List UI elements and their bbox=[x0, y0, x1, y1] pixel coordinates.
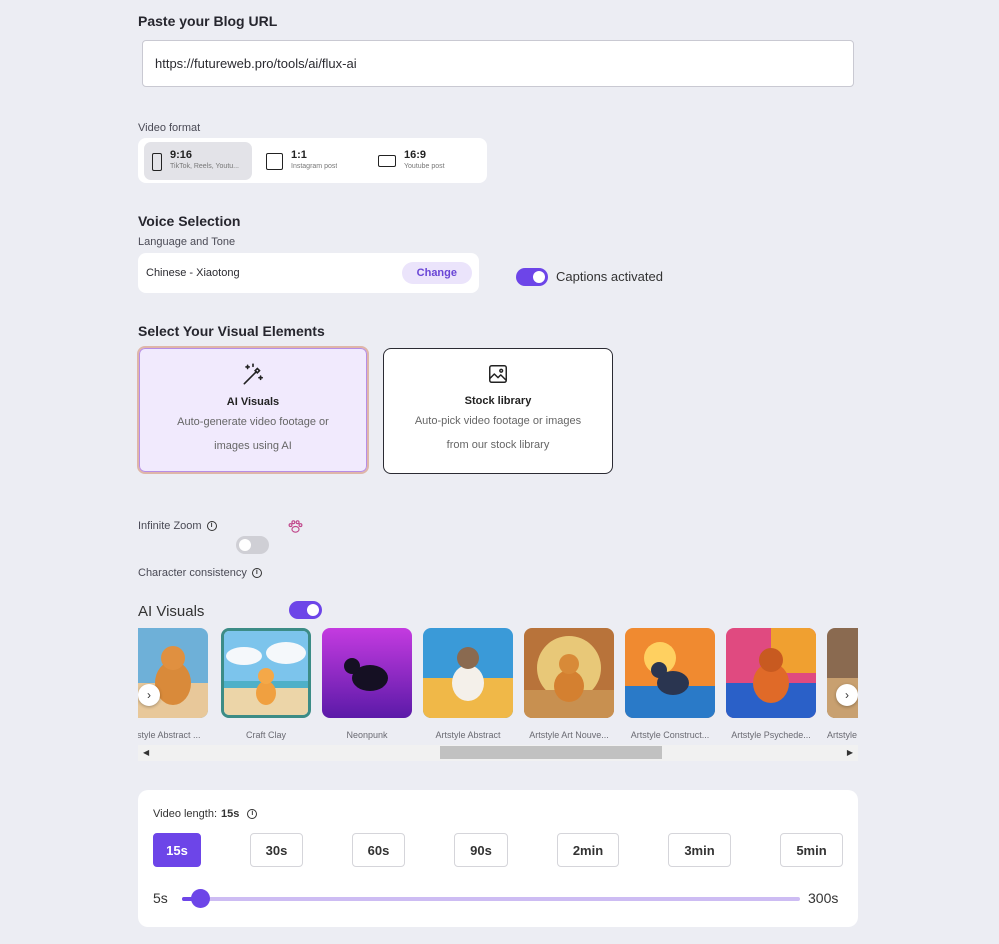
length-option-5min[interactable]: 5min bbox=[780, 833, 843, 867]
image-icon bbox=[489, 365, 507, 383]
paw-crown-icon bbox=[288, 520, 303, 533]
length-option-15s[interactable]: 15s bbox=[153, 833, 201, 867]
landscape-frame-icon bbox=[378, 154, 396, 167]
ai-visuals-card[interactable]: AI Visuals Auto-generate video footage o… bbox=[137, 346, 369, 474]
format-option-1-1[interactable]: 1:1 Instagram post bbox=[258, 142, 364, 180]
stock-library-card[interactable]: Stock library Auto-pick video footage or… bbox=[383, 348, 613, 474]
video-format-selector: 9:16 TikTok, Reels, Youtu... 1:1 Instagr… bbox=[138, 138, 487, 183]
style-card[interactable]: Artstyle Abstract bbox=[423, 628, 515, 740]
length-slider-track[interactable] bbox=[182, 897, 800, 901]
infinite-zoom-toggle[interactable] bbox=[236, 536, 269, 554]
stock-library-desc: Auto-pick video footage or images from o… bbox=[414, 415, 582, 451]
style-thumbnail bbox=[524, 628, 614, 718]
format-desc: Youtube post bbox=[404, 162, 445, 170]
character-consistency-toggle[interactable] bbox=[289, 601, 322, 619]
slider-min-label: 5s bbox=[153, 890, 168, 906]
video-length-panel: Video length: 15s i 15s 30s 60s 90s 2min… bbox=[138, 790, 858, 927]
length-slider-handle[interactable] bbox=[190, 889, 210, 908]
style-label: Artstyle Art Nouve... bbox=[529, 730, 609, 740]
video-length-row: Video length: 15s i bbox=[153, 808, 258, 820]
selected-voice: Chinese - Xiaotong bbox=[146, 267, 240, 279]
style-card[interactable]: Neonpunk bbox=[322, 628, 414, 740]
video-format-label: Video format bbox=[138, 122, 201, 134]
style-label: Artstyle bbox=[827, 730, 858, 740]
format-ratio: 1:1 bbox=[291, 148, 307, 161]
visual-elements-heading: Select Your Visual Elements bbox=[138, 323, 325, 339]
carousel-next-icon[interactable]: › bbox=[836, 684, 858, 706]
scrollbar-thumb[interactable] bbox=[440, 746, 662, 759]
infinite-zoom-row: Infinite Zoom i bbox=[138, 520, 217, 532]
scroll-right-icon[interactable]: ▶ bbox=[847, 748, 853, 757]
change-voice-button[interactable]: Change bbox=[401, 262, 472, 284]
length-option-60s[interactable]: 60s bbox=[352, 833, 405, 867]
format-desc: Instagram post bbox=[291, 162, 338, 170]
stock-library-title: Stock library bbox=[464, 395, 532, 407]
length-option-90s[interactable]: 90s bbox=[454, 833, 508, 867]
style-label: Neonpunk bbox=[346, 730, 388, 740]
video-length-value: 15s bbox=[221, 808, 240, 820]
voice-selection-heading: Voice Selection bbox=[138, 213, 241, 229]
format-desc: TikTok, Reels, Youtu... bbox=[170, 162, 239, 170]
blog-url-heading: Paste your Blog URL bbox=[138, 13, 278, 29]
captions-toggle[interactable] bbox=[516, 268, 548, 286]
carousel-scrollbar[interactable]: ◀ ▶ bbox=[138, 745, 858, 761]
style-card[interactable]: Artstyle Psychede... bbox=[726, 628, 818, 740]
style-thumbnail bbox=[625, 628, 715, 718]
length-option-2min[interactable]: 2min bbox=[557, 833, 619, 867]
format-ratio: 9:16 bbox=[170, 148, 193, 161]
video-length-label: Video length: bbox=[153, 808, 218, 820]
style-carousel: Artstyle Abstract ... Craft Clay Neonpun… bbox=[138, 628, 858, 763]
voice-selector: Chinese - Xiaotong Change bbox=[138, 253, 479, 293]
style-label: Craft Clay bbox=[245, 730, 286, 740]
length-option-3min[interactable]: 3min bbox=[668, 833, 731, 867]
style-thumbnail bbox=[221, 628, 311, 718]
format-option-9-16[interactable]: 9:16 TikTok, Reels, Youtu... bbox=[144, 141, 252, 180]
character-consistency-label: Character consistency bbox=[138, 567, 247, 579]
ai-visuals-title: AI Visuals bbox=[226, 396, 280, 408]
info-icon[interactable]: i bbox=[247, 809, 258, 819]
info-icon[interactable]: i bbox=[206, 521, 217, 531]
style-thumbnail bbox=[322, 628, 412, 718]
ai-visuals-desc: Auto-generate video footage or images us… bbox=[177, 416, 329, 452]
style-thumbnail bbox=[726, 628, 816, 718]
blog-url-value: https://futureweb.pro/tools/ai/flux-ai bbox=[155, 56, 357, 71]
magic-wand-icon bbox=[243, 363, 264, 385]
format-ratio: 16:9 bbox=[404, 148, 427, 161]
info-icon[interactable]: i bbox=[251, 568, 262, 578]
style-label: Artstyle Construct... bbox=[630, 730, 710, 740]
style-label: Artstyle Abstract bbox=[435, 730, 501, 740]
style-label: Artstyle Abstract ... bbox=[138, 730, 201, 740]
ai-visuals-heading: AI Visuals bbox=[138, 603, 205, 620]
style-thumbnail bbox=[423, 628, 513, 718]
carousel-prev-icon[interactable]: › bbox=[138, 684, 160, 706]
length-option-30s[interactable]: 30s bbox=[250, 833, 303, 867]
scroll-left-icon[interactable]: ◀ bbox=[143, 748, 149, 757]
slider-max-label: 300s bbox=[808, 890, 839, 906]
captions-label: Captions activated bbox=[556, 269, 663, 284]
style-label: Artstyle Psychede... bbox=[731, 730, 811, 740]
blog-url-input[interactable]: https://futureweb.pro/tools/ai/flux-ai bbox=[142, 40, 854, 87]
style-card[interactable]: Craft Clay bbox=[221, 628, 313, 740]
character-consistency-row: Character consistency i bbox=[138, 567, 262, 579]
language-tone-label: Language and Tone bbox=[138, 236, 236, 248]
portrait-frame-icon bbox=[152, 152, 162, 171]
style-card[interactable]: Artstyle Construct... bbox=[625, 628, 717, 740]
format-option-16-9[interactable]: 16:9 Youtube post bbox=[370, 142, 480, 180]
style-card[interactable]: Artstyle Art Nouve... bbox=[524, 628, 616, 740]
square-frame-icon bbox=[266, 152, 283, 170]
infinite-zoom-label: Infinite Zoom bbox=[138, 520, 202, 532]
